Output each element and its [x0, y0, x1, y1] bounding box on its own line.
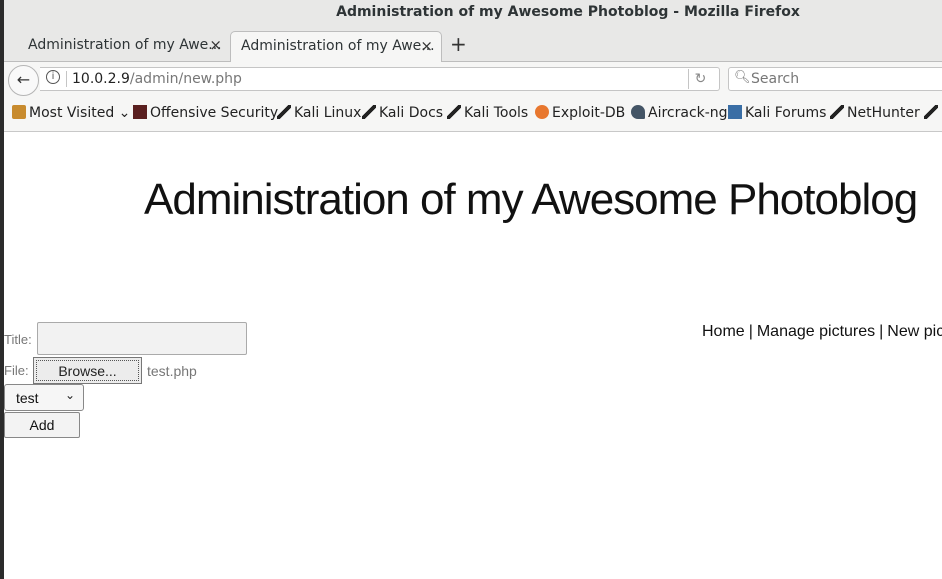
- browser-window: Administration of my Awesome Photoblog -…: [0, 0, 942, 579]
- kali-dragon-icon: [362, 105, 376, 119]
- bookmark-label: Offensive Security: [150, 105, 279, 121]
- kali-forums-icon: [728, 105, 742, 119]
- tab-admin-1[interactable]: Administration of my Awe... ×: [8, 31, 230, 62]
- aircrack-icon: [631, 105, 645, 119]
- bookmark-exploit-db[interactable]: Exploit-DB: [535, 105, 625, 121]
- kali-dragon-icon: [277, 105, 291, 119]
- reload-icon[interactable]: ↻: [688, 69, 712, 89]
- add-button[interactable]: Add: [4, 412, 80, 438]
- tab-admin-2[interactable]: Administration of my Awe... ×: [230, 31, 442, 62]
- exploitdb-icon: [535, 105, 549, 119]
- title-bar: Administration of my Awesome Photoblog -…: [4, 0, 942, 26]
- menu-separator: |: [879, 323, 884, 340]
- file-row: File: Browse... test.php: [4, 357, 264, 387]
- kali-dragon-icon: [924, 105, 938, 119]
- back-arrow-icon: ←: [16, 70, 31, 89]
- bookmark-overflow[interactable]: [924, 105, 941, 121]
- bookmark-label: NetHunter: [847, 105, 920, 121]
- kali-dragon-icon: [830, 105, 844, 119]
- url-text[interactable]: 10.0.2.9/admin/new.php: [72, 71, 242, 87]
- url-host: 10.0.2.9: [72, 71, 130, 87]
- bookmark-label: Kali Linux: [294, 105, 362, 121]
- bookmark-label: Kali Docs: [379, 105, 444, 121]
- offsec-icon: [133, 105, 147, 119]
- search-icon: 🔍︎: [734, 70, 751, 85]
- category-select[interactable]: test ⌄: [4, 384, 84, 411]
- chevron-down-icon: ⌄: [64, 388, 75, 402]
- bookmark-kali-docs[interactable]: Kali Docs: [362, 105, 443, 121]
- bookmark-aircrack-ng[interactable]: Aircrack-ng: [631, 105, 728, 121]
- page-content: Administration of my Awesome Photoblog H…: [4, 133, 942, 579]
- search-bar[interactable]: 🔍︎: [728, 67, 942, 91]
- title-label: Title:: [4, 332, 32, 347]
- url-separator: [66, 71, 67, 87]
- browse-button-label: Browse...: [36, 360, 139, 381]
- admin-menu: Home|Manage pictures|New picture: [702, 323, 942, 341]
- bookmarks-toolbar: Most Visited ⌄ Offensive Security Kali L…: [4, 96, 942, 132]
- tab-label: Administration of my Awe...: [241, 38, 435, 54]
- tab-label: Administration of my Awe...: [28, 37, 222, 53]
- close-tab-icon[interactable]: ×: [420, 37, 433, 55]
- bookmark-kali-tools[interactable]: Kali Tools: [447, 105, 528, 121]
- bookmark-nethunter[interactable]: NetHunter: [830, 105, 920, 121]
- category-select-value: test: [16, 390, 39, 406]
- title-input[interactable]: [37, 322, 247, 355]
- site-info-icon[interactable]: i: [46, 70, 60, 84]
- bookmark-kali-linux[interactable]: Kali Linux: [277, 105, 361, 121]
- page-title: Administration of my Awesome Photoblog: [144, 175, 918, 224]
- bookmark-label: Kali Forums: [745, 105, 827, 121]
- menu-link-new-picture[interactable]: New picture: [887, 323, 942, 340]
- url-path: /admin/new.php: [129, 71, 242, 87]
- new-tab-icon[interactable]: +: [450, 32, 467, 56]
- file-label: File:: [4, 363, 29, 378]
- window-title: Administration of my Awesome Photoblog -…: [336, 4, 800, 20]
- menu-link-manage-pictures[interactable]: Manage pictures: [757, 323, 875, 340]
- close-tab-icon[interactable]: ×: [209, 36, 222, 54]
- browse-button[interactable]: Browse...: [33, 357, 142, 384]
- chevron-down-icon: ⌄: [114, 105, 131, 121]
- back-button[interactable]: ←: [8, 65, 39, 96]
- selected-file-name: test.php: [147, 363, 197, 379]
- search-input[interactable]: [751, 70, 942, 88]
- navigation-bar: ← i 10.0.2.9/admin/new.php ↻ 🔍︎: [4, 62, 942, 96]
- menu-separator: |: [748, 323, 753, 340]
- tab-bar: Administration of my Awe... × Administra…: [4, 26, 942, 62]
- bookmark-most-visited[interactable]: Most Visited ⌄: [12, 105, 130, 121]
- kali-dragon-icon: [447, 105, 461, 119]
- url-bar[interactable]: i 10.0.2.9/admin/new.php ↻: [40, 67, 720, 91]
- bookmark-label: Exploit-DB: [552, 105, 626, 121]
- bookmark-label: Most Visited: [29, 105, 115, 121]
- folder-icon: [12, 105, 26, 119]
- bookmark-label: Aircrack-ng: [648, 105, 728, 121]
- bookmark-offensive-security[interactable]: Offensive Security: [133, 105, 278, 121]
- bookmark-kali-forums[interactable]: Kali Forums: [728, 105, 826, 121]
- bookmark-label: Kali Tools: [464, 105, 529, 121]
- menu-link-home[interactable]: Home: [702, 323, 745, 340]
